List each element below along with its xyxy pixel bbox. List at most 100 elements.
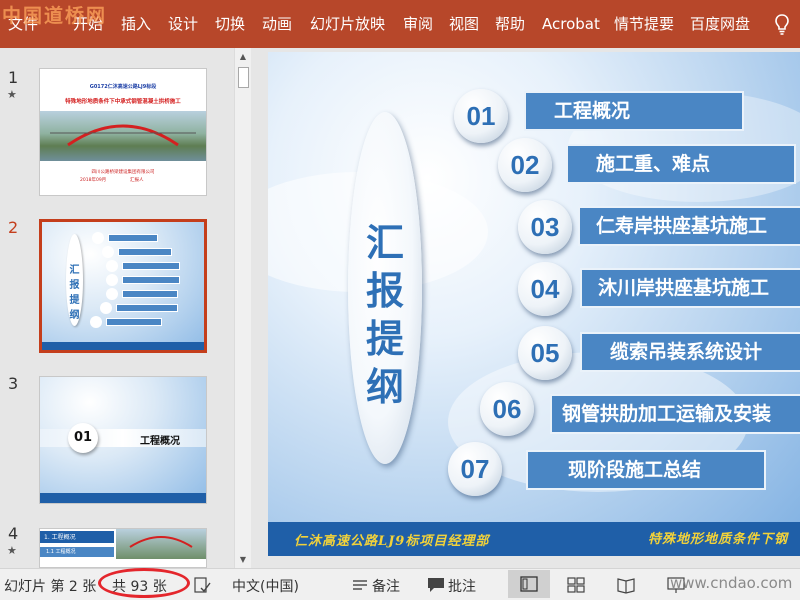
slide-thumbnail-2[interactable]: 汇 报 提 纲 <box>39 219 207 353</box>
outline-item-number: 06 <box>480 382 534 436</box>
reading-view-icon[interactable] <box>616 575 636 595</box>
notes-button[interactable]: 备注 <box>372 576 400 596</box>
thumb2-item-bar <box>122 290 178 298</box>
outline-item-number: 03 <box>518 200 572 254</box>
thumb2-oval: 汇 报 提 纲 <box>66 234 83 326</box>
thumb3-item-label: 工程概况 <box>140 436 180 447</box>
slide-thumbnail-3[interactable]: 01 工程概况 <box>39 376 207 504</box>
thumb2-num-dot <box>102 246 114 258</box>
tab-animations[interactable]: 动画 <box>262 12 292 36</box>
slide-thumbnail-pane: 1 ★ G0172仁沐高速公路LJ9标段 特殊地形地质条件下中承式钢管混凝土拱桥… <box>0 48 254 568</box>
thumb3-item-number: 01 <box>68 423 98 453</box>
slide-sorter-icon[interactable] <box>566 575 586 595</box>
outline-item-number: 02 <box>498 138 552 192</box>
thumbnail-scrollbar[interactable]: ▲ ▼ <box>234 48 251 568</box>
watermark-bottom: www.cndao.com <box>670 574 793 592</box>
thumb2-item-bar <box>106 318 162 326</box>
thumb4-heading: 1. 工程概况 <box>44 534 76 541</box>
outline-title-oval: 汇 报 提 纲 <box>348 112 422 464</box>
outline-item-label: 钢管拱肋加工运输及安装 <box>550 394 800 434</box>
bridge-arch-graphic <box>50 124 196 147</box>
thumb2-item-bar <box>108 234 158 242</box>
animation-star-icon: ★ <box>7 544 17 557</box>
thumb3-footer-bar <box>40 493 206 503</box>
thumb2-oval-char: 报 <box>69 280 80 291</box>
thumb2-num-dot <box>92 232 104 244</box>
spellcheck-icon[interactable] <box>192 575 212 595</box>
thumb2-oval-char: 提 <box>69 295 80 306</box>
notes-icon[interactable] <box>350 575 370 595</box>
thumbnail-number: 3 <box>8 374 19 393</box>
thumb2-oval-char: 汇 <box>69 265 80 276</box>
footer-topic: 特殊地形地质条件下钢 <box>648 532 789 547</box>
thumb2-num-dot <box>90 316 102 328</box>
outline-item-label: 施工重、难点 <box>566 144 796 184</box>
thumb2-item-bar <box>118 248 172 256</box>
thumbnail-number: 2 <box>8 218 19 237</box>
outline-item-label: 工程概况 <box>524 91 744 131</box>
thumb1-bridge-photo <box>40 111 206 161</box>
thumb2-oval-char: 纲 <box>69 310 80 321</box>
animation-star-icon: ★ <box>7 88 17 101</box>
thumb1-title-line2: 特殊地形地质条件下中承式钢管混凝土拱桥施工 <box>65 99 181 105</box>
outline-item-label: 缆索吊装系统设计 <box>580 332 800 372</box>
outline-item-number: 05 <box>518 326 572 380</box>
normal-view-button[interactable] <box>508 570 550 598</box>
thumb1-org: 四川公路桥梁建设集团有限公司 <box>91 170 155 175</box>
slide-footer-bar: 仁沐高速公路LJ9标项目经理部 特殊地形地质条件下钢 <box>268 522 800 556</box>
thumb1-author: 汇报人 <box>130 178 144 183</box>
slide-thumbnail-1[interactable]: G0172仁沐高速公路LJ9标段 特殊地形地质条件下中承式钢管混凝土拱桥施工 四… <box>39 68 207 196</box>
tab-transitions[interactable]: 切换 <box>215 12 245 36</box>
outline-item-number: 07 <box>448 442 502 496</box>
current-slide[interactable]: 汇 报 提 纲 工程概况 01 施工重、难点 02 仁寿岸拱座基坑施工 03 沐… <box>268 52 800 556</box>
tab-review[interactable]: 审阅 <box>403 12 433 36</box>
lightbulb-icon[interactable] <box>770 12 794 36</box>
outline-title-char: 纲 <box>365 364 404 409</box>
tab-view[interactable]: 视图 <box>449 12 479 36</box>
tab-slideshow[interactable]: 幻灯片放映 <box>310 12 385 36</box>
tab-insert[interactable]: 插入 <box>121 12 151 36</box>
thumb1-date: 2018年09月 <box>80 178 107 183</box>
outline-item-number: 01 <box>454 89 508 143</box>
thumb2-item-bar <box>122 262 180 270</box>
scroll-down-arrow-icon[interactable]: ▼ <box>235 551 251 568</box>
tab-help[interactable]: 帮助 <box>495 12 525 36</box>
outline-title-char: 报 <box>365 268 404 313</box>
watermark-top: 中国道桥网 <box>2 5 108 27</box>
outline-item-number: 04 <box>518 262 572 316</box>
thumb2-num-dot <box>106 260 118 272</box>
ribbon-tabs-bar: 文件 开始 插入 设计 切换 动画 幻灯片放映 审阅 视图 帮助 Acrobat… <box>0 0 800 48</box>
outline-title-char: 提 <box>365 316 404 361</box>
thumb2-footer-bar <box>42 342 204 350</box>
comments-button[interactable]: 批注 <box>448 576 476 596</box>
tab-storyboard[interactable]: 情节提要 <box>614 12 674 36</box>
slide-position-text: 幻灯片 第 2 张 <box>4 579 97 595</box>
thumb1-title-line1: G0172仁沐高速公路LJ9标段 <box>89 84 157 90</box>
thumbnail-number: 1 <box>8 68 19 87</box>
thumb2-num-dot <box>106 288 118 300</box>
thumb2-item-bar <box>116 304 178 312</box>
thumb2-num-dot <box>106 274 118 286</box>
normal-view-icon <box>520 576 538 592</box>
scroll-up-arrow-icon[interactable]: ▲ <box>235 48 251 65</box>
footer-project-name: 仁沐高速公路LJ9标项目经理部 <box>294 534 490 549</box>
outline-item-label: 仁寿岸拱座基坑施工 <box>578 206 800 246</box>
bridge-arch-graphic <box>129 536 193 548</box>
outline-item-label: 现阶段施工总结 <box>526 450 766 490</box>
outline-item-label: 沐川岸拱座基坑施工 <box>580 268 800 308</box>
thumb2-item-bar <box>122 276 180 284</box>
tab-acrobat[interactable]: Acrobat <box>542 12 600 36</box>
tab-design[interactable]: 设计 <box>168 12 198 36</box>
thumb4-subheading: 1.1 工程概况 <box>46 549 76 555</box>
highlight-annotation-ring <box>98 568 190 598</box>
thumb3-band <box>40 429 206 447</box>
outline-title-char: 汇 <box>365 220 404 265</box>
thumb2-num-dot <box>100 302 112 314</box>
thumbnail-number: 4 <box>8 524 19 543</box>
language-indicator[interactable]: 中文(中国) <box>232 576 299 596</box>
scrollbar-thumb[interactable] <box>238 67 249 88</box>
slide-thumbnail-4[interactable]: 1. 工程概况 1.1 工程概况 <box>39 528 207 568</box>
thumb4-bridge-photo <box>116 529 206 559</box>
comment-icon[interactable] <box>426 575 446 595</box>
tab-baidu-netdisk[interactable]: 百度网盘 <box>690 12 750 36</box>
